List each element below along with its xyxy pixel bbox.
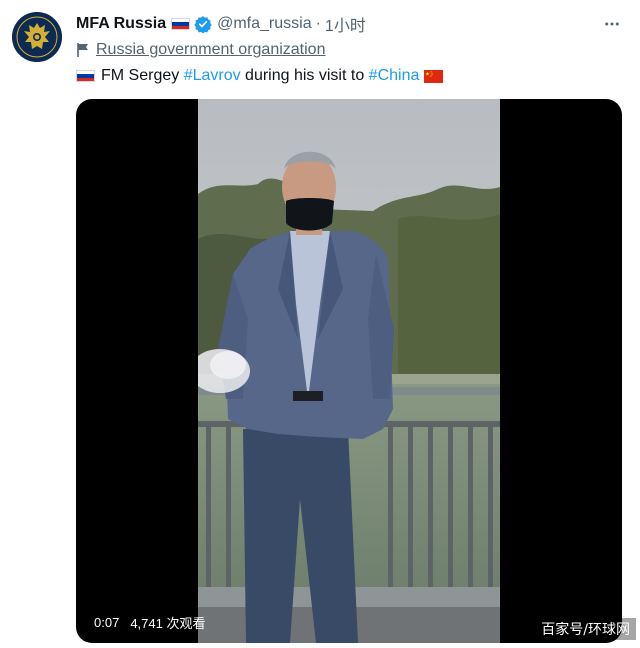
- russia-flag-icon: [171, 18, 191, 30]
- separator-dot: ·: [315, 15, 321, 32]
- hashtag-lavrov[interactable]: #Lavrov: [184, 67, 241, 85]
- government-label-link[interactable]: Russia government organization: [96, 41, 325, 59]
- verified-badge-icon: [194, 15, 212, 33]
- timestamp[interactable]: 1小时: [325, 12, 366, 36]
- display-name[interactable]: MFA Russia: [76, 15, 166, 33]
- tweet-text-prefix: FM Sergey: [101, 67, 184, 84]
- video-view-count: 4,741 次观看: [130, 615, 206, 631]
- user-handle[interactable]: @mfa_russia: [217, 15, 312, 33]
- more-options-icon: [605, 22, 619, 26]
- tweet-text-middle: during his visit to: [240, 67, 369, 84]
- hashtag-china[interactable]: #China: [369, 67, 420, 85]
- coat-of-arms-logo: [12, 12, 62, 62]
- government-flag-icon: [77, 43, 88, 57]
- government-label: Russia government organization: [76, 39, 325, 61]
- tweet-text: FM Sergey #Lavrov during his visit to #C…: [76, 65, 444, 87]
- video-stats: 0:07 4,741 次观看: [94, 612, 205, 632]
- more-options-button[interactable]: [601, 14, 623, 34]
- video-duration: 0:07: [94, 614, 120, 630]
- tweet-header: MFA Russia @mfa_russia · 1小时: [76, 13, 366, 35]
- avatar[interactable]: [12, 12, 62, 62]
- video-player[interactable]: [76, 99, 622, 643]
- source-watermark: 百家号/环球网: [535, 618, 636, 640]
- video-frame: [198, 99, 500, 643]
- china-flag-icon: [424, 69, 444, 83]
- russia-flag-icon: [76, 70, 95, 82]
